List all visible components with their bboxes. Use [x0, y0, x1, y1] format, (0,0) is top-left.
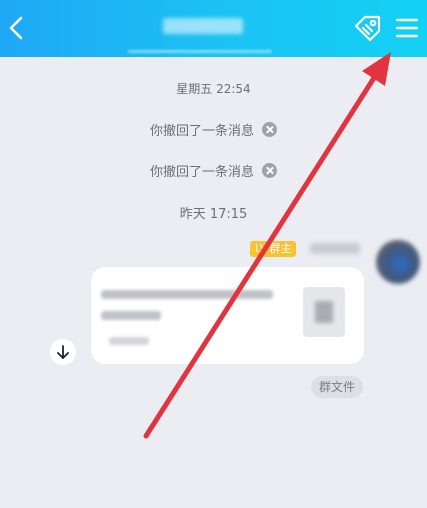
level-label: LV — [255, 242, 268, 255]
ticket-tag-icon[interactable] — [352, 14, 382, 42]
file-size-blurred — [109, 337, 149, 345]
group-file-tag[interactable]: 群文件 — [311, 376, 364, 398]
annotation-arrow — [143, 52, 391, 439]
timestamp-label: 星期五 22:54 — [176, 82, 251, 96]
file-name-blurred — [101, 290, 273, 299]
chat-subtitle-blurred — [128, 50, 272, 53]
back-icon[interactable] — [6, 14, 26, 42]
chat-header — [0, 0, 427, 57]
sender-nickname-blurred — [310, 243, 360, 254]
file-type-icon — [303, 287, 345, 337]
recall-text: 你撤回了一条消息 — [149, 165, 254, 180]
timestamp-label: 昨天 17:15 — [179, 207, 248, 222]
recalled-message-notice: 你撤回了一条消息 — [0, 161, 427, 180]
role-label: 群主 — [269, 242, 292, 255]
close-icon[interactable] — [262, 122, 277, 137]
recalled-message-notice: 你撤回了一条消息 — [0, 120, 427, 139]
download-arrow-icon[interactable] — [50, 339, 76, 365]
chat-title-blurred — [163, 18, 243, 34]
file-name-blurred — [101, 311, 161, 320]
file-message-bubble[interactable] — [91, 267, 364, 364]
recall-text: 你撤回了一条消息 — [149, 124, 254, 139]
avatar[interactable] — [376, 240, 420, 284]
close-icon[interactable] — [262, 163, 277, 178]
hamburger-menu-icon[interactable] — [395, 16, 419, 40]
group-owner-badge: LV 群主 — [250, 241, 297, 257]
